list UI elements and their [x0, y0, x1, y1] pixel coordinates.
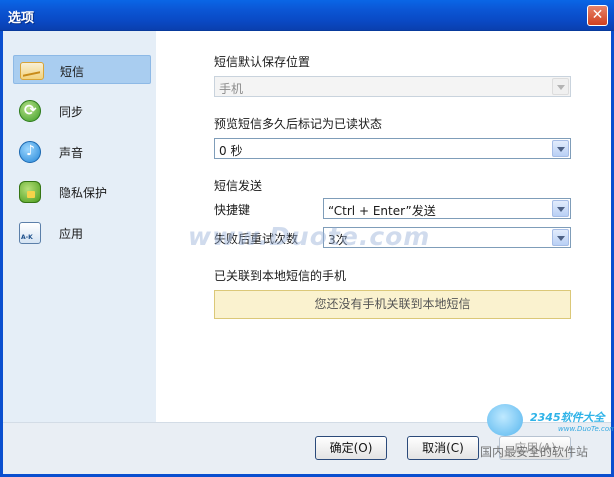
- chevron-down-icon[interactable]: [552, 229, 569, 246]
- shortcut-value: “Ctrl + Enter”发送: [328, 204, 436, 218]
- watermark-url: www.DuoTe.com: [558, 425, 614, 433]
- send-section-label: 短信发送: [214, 179, 263, 193]
- close-icon[interactable]: ✕: [587, 5, 608, 26]
- sound-icon: [19, 141, 41, 163]
- watermark-slogan: 国内最安全的软件站: [480, 445, 589, 459]
- shortcut-select[interactable]: “Ctrl + Enter”发送: [323, 198, 571, 219]
- sidebar-item-label: 应用: [59, 227, 84, 241]
- watermark-mascot-icon: [487, 404, 523, 436]
- message-icon: [20, 62, 44, 80]
- chevron-down-icon: [552, 78, 569, 95]
- read-delay-select[interactable]: 0 秒: [214, 138, 571, 159]
- privacy-lock-icon: [19, 181, 41, 203]
- sidebar-item-apps[interactable]: 应用: [13, 218, 151, 247]
- linked-phones-notice: 您还没有手机关联到本地短信: [214, 290, 571, 319]
- cancel-button[interactable]: 取消(C): [407, 436, 479, 460]
- watermark-text: www.Duote.com: [188, 222, 431, 251]
- watermark-brand: 2345软件大全: [530, 411, 605, 424]
- save-location-select: 手机: [214, 76, 571, 97]
- sidebar-item-label: 声音: [59, 146, 84, 160]
- sidebar-item-label: 隐私保护: [59, 186, 108, 200]
- app-icon: [19, 222, 41, 244]
- read-delay-value: 0 秒: [219, 144, 243, 158]
- sidebar: 短信 同步 声音 隐私保护 应用: [3, 31, 156, 422]
- chevron-down-icon[interactable]: [552, 140, 569, 157]
- chevron-down-icon[interactable]: [552, 200, 569, 217]
- save-location-label: 短信默认保存位置: [214, 55, 311, 69]
- sidebar-item-label: 同步: [59, 105, 84, 119]
- linked-phones-label: 已关联到本地短信的手机: [214, 269, 347, 283]
- sync-icon: [19, 100, 41, 122]
- title-bar: 选项 ✕: [0, 0, 614, 31]
- sidebar-item-sms[interactable]: 短信: [13, 55, 151, 84]
- sidebar-item-privacy[interactable]: 隐私保护: [13, 177, 151, 206]
- save-location-value: 手机: [219, 82, 244, 96]
- sidebar-item-sync[interactable]: 同步: [13, 96, 151, 125]
- window-title: 选项: [8, 11, 35, 26]
- sidebar-item-label: 短信: [60, 65, 85, 79]
- sidebar-item-sound[interactable]: 声音: [13, 137, 151, 166]
- shortcut-label: 快捷键: [214, 203, 251, 217]
- read-delay-label: 预览短信多久后标记为已读状态: [214, 117, 383, 131]
- ok-button[interactable]: 确定(O): [315, 436, 387, 460]
